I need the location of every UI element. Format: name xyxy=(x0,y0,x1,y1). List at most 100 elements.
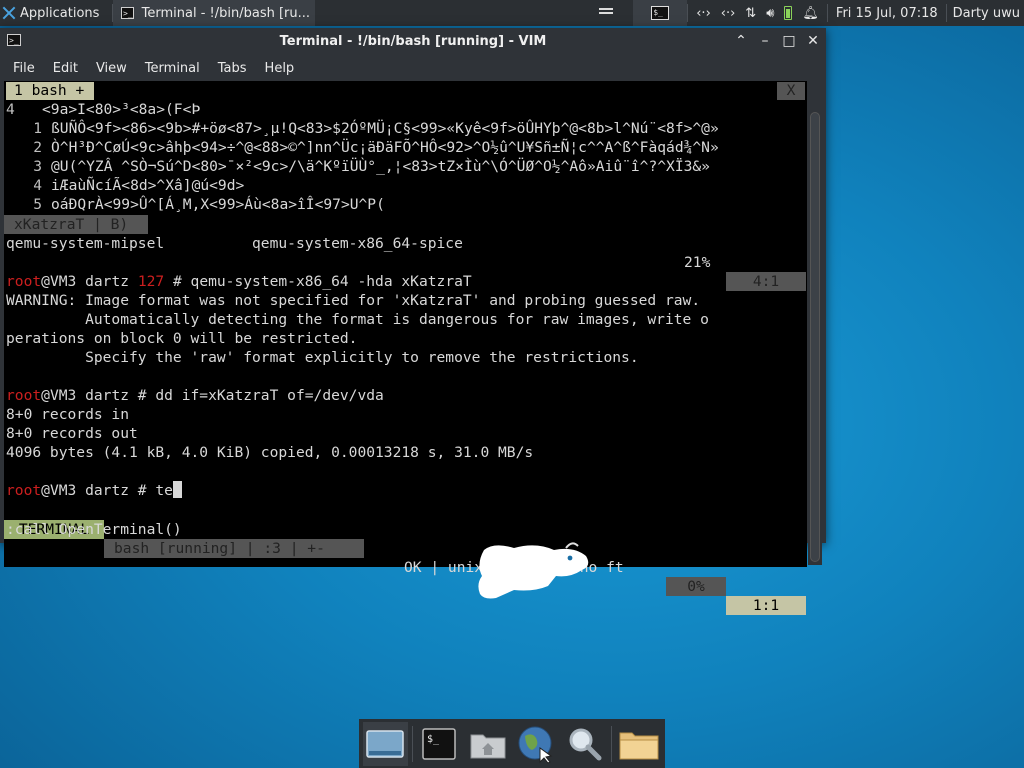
window-titlebar[interactable]: >_ Terminal - !/bin/bash [running] - VIM… xyxy=(0,28,826,56)
line-number: 3 xyxy=(33,158,42,175)
terminal-icon: >_ xyxy=(121,7,134,19)
dock-search[interactable] xyxy=(563,722,608,766)
vim-tab-current[interactable]: 1 bash + xyxy=(6,82,95,100)
terminal-output-line: qemu-system-mipsel qemu-system-x86_64-sp… xyxy=(6,234,807,253)
terminal-icon: $_ xyxy=(422,727,456,760)
menu-file[interactable]: File xyxy=(4,61,44,76)
applications-menu[interactable]: Applications xyxy=(0,0,112,26)
output-text: qemu-system-mipsel qemu-system-x86_64-sp… xyxy=(6,235,463,252)
workspace-window-icon xyxy=(599,12,614,14)
vim-buffer-line: 1 ßUÑÔ<9f><86><9b>#+öø<87>¸µ!Q<83>$2ÓºMÜ¡… xyxy=(6,119,807,138)
dock-terminal[interactable]: $_ xyxy=(417,722,462,766)
clock[interactable]: Fri 15 Jul, 07:18 xyxy=(828,6,946,21)
menu-help[interactable]: Help xyxy=(256,61,304,76)
output-text: root xyxy=(6,387,42,404)
workspace-switcher: $_ xyxy=(579,0,688,26)
search-magnifier-icon xyxy=(569,728,602,760)
terminal-output-line: Automatically detecting the format is da… xyxy=(6,310,807,329)
line-text: Ò^H³Ð^CøÚ<9c>âhþ<94>÷^@<88>©^]nn^Üc¡äÐäF… xyxy=(51,139,719,156)
status-terminal-buffer: bash [running] | :3 | +- xyxy=(104,539,364,558)
window-title: Terminal - !/bin/bash [running] - VIM xyxy=(279,34,547,49)
output-text: # qemu-system-x86_64 -hda xKatzraT xyxy=(164,273,472,290)
terminal-content[interactable]: 1 bash + X 4 <9a>I<80>³<8a>(F<Þ 1 ßUÑÔ<9f><… xyxy=(4,81,807,615)
terminal-scrollbar[interactable] xyxy=(808,110,822,565)
terminal-window: >_ Terminal - !/bin/bash [running] - VIM… xyxy=(0,28,826,615)
terminal-output-line: 8+0 records in xyxy=(6,405,807,424)
vim-buffer-line: 3 @U(^YZÂ ^SÒ¬Sú^D<80>¯×²<9c>/\ä^KºïÜÙ°_,… xyxy=(6,157,807,176)
terminal-output-line: WARNING: Image format was not specified … xyxy=(6,291,807,310)
xfce-logo-icon xyxy=(2,6,16,20)
svg-text:$_: $_ xyxy=(427,734,440,745)
dock-web-browser[interactable] xyxy=(514,722,559,766)
vim-tabline: 1 bash + X xyxy=(4,81,807,100)
maximize-button[interactable]: □ xyxy=(782,33,796,49)
output-text: root xyxy=(6,273,42,290)
xfce-mouse-mascot-icon xyxy=(478,542,589,599)
close-button[interactable]: ✕ xyxy=(806,33,820,49)
vim-buffer-line: 2 Ò^H³Ð^CøÚ<9c>âhþ<94>÷^@<88>©^]nn^Üc¡äÐä… xyxy=(6,138,807,157)
workspace-1[interactable] xyxy=(579,0,633,26)
line-text: <9a>I<80>³<8a>(F<Þ xyxy=(42,101,201,118)
workspace-2[interactable]: $_ xyxy=(633,0,688,26)
output-text: 8+0 records out xyxy=(6,425,138,442)
output-text: WARNING: Image format was not specified … xyxy=(6,292,701,309)
line-text: oáÐQrÀ<99>Û^[Á¸M,X<99>Áù<8a>îÎ<97>U^P( xyxy=(51,196,385,213)
status-percent: 0% xyxy=(666,577,726,596)
terminal-output-line: 4096 bytes (4.1 kB, 4.0 KiB) copied, 0.0… xyxy=(6,443,807,462)
terminal-output-line: 8+0 records out xyxy=(6,424,807,443)
line-number: 5 xyxy=(33,196,42,213)
transfer-arrows-icon[interactable]: ⇅ xyxy=(745,6,756,21)
home-folder-icon xyxy=(470,734,506,758)
output-text: perations on block 0 will be restricted. xyxy=(6,330,358,347)
line-number: 4 xyxy=(33,177,42,194)
dock-home-folder[interactable] xyxy=(465,722,510,766)
terminal-output-line: Specify the 'raw' format explicitly to r… xyxy=(6,348,807,367)
terminal-output-line: root@VM3 dartz # dd if=xKatzraT of=/dev/… xyxy=(6,386,807,405)
vim-tab-close[interactable]: X xyxy=(777,82,805,100)
output-text: 8+0 records in xyxy=(6,406,130,423)
battery-icon[interactable] xyxy=(784,6,793,20)
dock-separator xyxy=(611,725,613,762)
vim-command-line[interactable]: :call OpenTerminal() xyxy=(6,520,807,539)
line-text: ßUÑÔ<9f><86><9b>#+öø<87>¸µ!Q<83>$2ÓºMÜ¡C… xyxy=(51,120,719,137)
folder-icon xyxy=(619,732,659,759)
window-controls: ⌃ – □ ✕ xyxy=(734,33,820,49)
line-number: 1 xyxy=(33,120,42,137)
scrollbar-thumb[interactable] xyxy=(810,112,820,562)
menu-edit[interactable]: Edit xyxy=(44,61,87,76)
status-position: 1:1 xyxy=(726,596,806,615)
taskbar-item-label: Terminal - !/bin/bash [ru... xyxy=(141,5,311,21)
minimize-button[interactable]: – xyxy=(758,33,772,49)
terminal-output-line: perations on block 0 will be restricted. xyxy=(6,329,807,348)
menu-view[interactable]: View xyxy=(87,61,136,76)
top-panel: Applications >_ Terminal - !/bin/bash [r… xyxy=(0,0,1024,26)
network-left-icon[interactable]: ‹·› xyxy=(696,6,711,21)
prompt-user: root xyxy=(6,482,42,499)
volume-icon[interactable]: 🔊︎ xyxy=(766,6,774,21)
menu-terminal[interactable]: Terminal xyxy=(136,61,209,76)
output-text: Specify the 'raw' format explicitly to r… xyxy=(6,349,639,366)
output-text: @VM3 dartz xyxy=(41,273,138,290)
dock-files[interactable] xyxy=(616,722,661,766)
vim-statusline-buffer: xKatzraT | B) 21% 4:1 xyxy=(4,215,807,291)
vim-buffer-line: 5 oáÐQrÀ<99>Û^[Á¸M,X<99>Áù<8a>îÎ<97>U^P( xyxy=(6,195,807,214)
menu-tabs[interactable]: Tabs xyxy=(209,61,256,76)
notification-bell-icon[interactable]: 🔔︎ xyxy=(802,6,819,21)
line-text: @U(^YZÂ ^SÒ¬Sú^D<80>¯×²<9c>/\ä^KºïÜÙ°_,¦… xyxy=(51,158,710,175)
menubar: File Edit View Terminal Tabs Help xyxy=(0,56,826,80)
system-tray: ‹·› ‹·› ⇅ 🔊︎ 🔔︎ xyxy=(688,0,827,26)
applications-label: Applications xyxy=(20,5,100,21)
shell-prompt-line[interactable]: root@VM3 dartz # te xyxy=(6,481,807,500)
taskbar-item-terminal[interactable]: >_ Terminal - !/bin/bash [ru... xyxy=(113,0,315,26)
output-text: Automatically detecting the format is da… xyxy=(6,311,709,328)
show-desktop-icon xyxy=(366,729,405,758)
status-file-name: xKatzraT | B) xyxy=(4,215,148,234)
user-menu[interactable]: Darty uwu xyxy=(947,6,1024,21)
shade-button[interactable]: ⌃ xyxy=(734,33,748,49)
output-text: 4096 bytes (4.1 kB, 4.0 KiB) copied, 0.0… xyxy=(6,444,534,461)
dock-separator xyxy=(411,725,413,762)
network-right-icon[interactable]: ‹·› xyxy=(721,6,736,21)
dock-show-desktop[interactable] xyxy=(363,721,408,766)
line-number: 4 xyxy=(6,101,15,118)
